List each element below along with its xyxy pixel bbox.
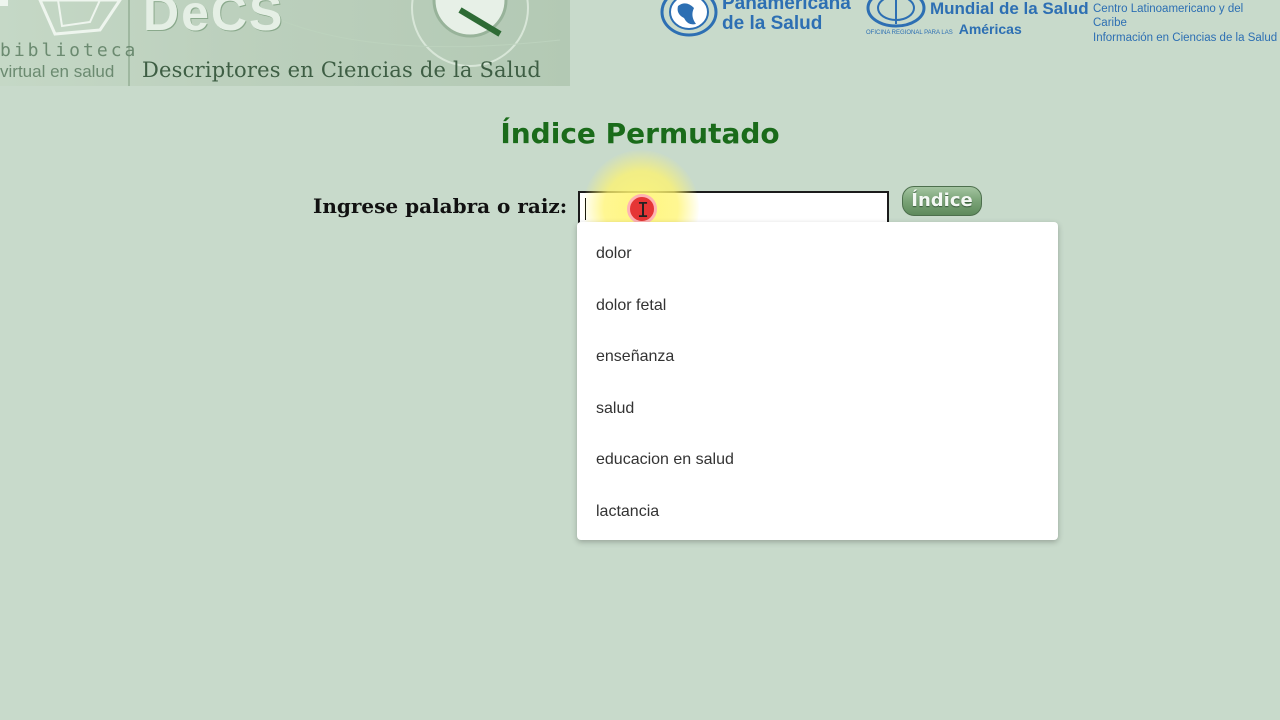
decs-subtitle: Descriptores en Ciencias de la Salud	[142, 58, 542, 82]
page-title: Índice Permutado	[500, 117, 780, 150]
suggestion-item[interactable]: enseñanza	[577, 331, 1058, 383]
suggestion-item[interactable]: salud	[577, 383, 1058, 435]
bireme-line2: Información en Ciencias de la Salud	[1093, 31, 1278, 44]
who-line1: Mundial de la Salud	[930, 0, 1089, 18]
who-prefix: OFICINA REGIONAL PARA LAS	[866, 29, 953, 36]
decs-logo-text: DeCS	[143, 0, 285, 41]
paho-logo-text: Panamericana de la Salud	[722, 0, 851, 34]
autocomplete-dropdown: dolor dolor fetal enseñanza salud educac…	[577, 222, 1058, 540]
bireme-line1: Centro Latinoamericano y del Caribe	[1093, 3, 1244, 30]
suggestion-item[interactable]: lactancia	[577, 486, 1058, 538]
who-line2: Américas	[958, 20, 1022, 37]
search-label: Ingrese palabra o raiz:	[313, 194, 568, 218]
bvs-title: biblioteca	[0, 40, 139, 61]
index-button[interactable]: Índice	[902, 186, 982, 216]
paho-line2: de la Salud	[722, 12, 823, 34]
paho-globe-icon	[660, 0, 718, 37]
suggestion-item[interactable]: dolor fetal	[577, 280, 1058, 332]
suggestion-item[interactable]: dolor	[577, 228, 1058, 280]
bireme-logo-text: Centro Latinoamericano y del Caribe Info…	[1093, 2, 1280, 45]
who-logo-text: Mundial de la Salud OFICINA REGIONAL PAR…	[866, 0, 1089, 38]
suggestion-item[interactable]: educacion en salud	[577, 434, 1058, 486]
bvs-subtitle: virtual en salud	[0, 62, 115, 81]
paho-line1: Panamericana	[722, 0, 851, 14]
text-cursor-icon: I	[637, 198, 650, 222]
decs-banner: biblioteca virtual en salud DeCS Descrip…	[0, 0, 570, 86]
